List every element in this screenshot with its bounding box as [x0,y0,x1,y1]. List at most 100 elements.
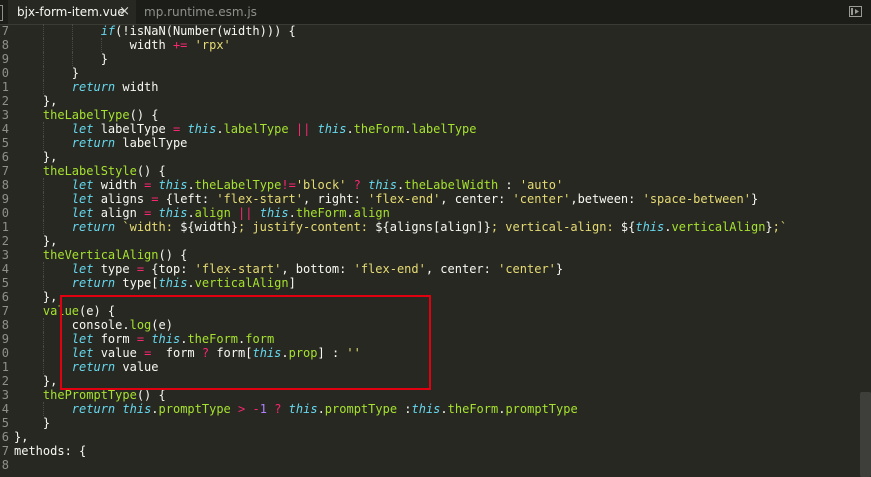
code-text: theLabelStyle() { [14,164,166,178]
code-line: 6}, [0,430,860,444]
code-token: let [71,262,94,276]
scroll-thumb[interactable] [860,392,871,477]
line-number: 7 [1,24,9,38]
code-text: } [14,416,50,430]
code-line: 5 return labelType [0,136,860,150]
code-token: aligns [93,192,152,206]
code-token: width [115,80,159,94]
tab-label: mp.runtime.esm.js [144,5,257,19]
code-line: 1 return `width: ${width}; justify-conte… [0,220,860,234]
line-number: 8 [1,318,9,332]
code-token: this [635,220,665,234]
code-token: () { [129,108,159,122]
code-text: }, [14,94,57,108]
code-token: return [71,402,116,416]
code-token: ; justify-content: [237,220,376,234]
code-token: ] [288,276,296,290]
line-number: 4 [1,262,9,276]
code-token: . [317,402,325,416]
code-token: let [71,346,94,360]
code-text: }, [14,374,57,388]
line-number: 9 [1,52,9,66]
code-token: labelType [93,122,173,136]
code-token: let [71,192,94,206]
code-token: theForm [353,122,405,136]
code-line: 8 [0,458,860,472]
vertical-scrollbar[interactable] [859,24,871,477]
code-line: 8 let width = this.theLabelType!='block'… [0,178,860,192]
code-token: this [151,332,181,346]
line-number: 7 [1,164,9,178]
code-token: ? [353,178,361,192]
code-token: value [93,346,145,360]
code-token: ${aligns[align]} [375,220,491,234]
code-token: type [93,262,137,276]
code-line: 0 } [0,66,860,80]
code-text: console.log(e) [14,318,173,332]
code-token: 'flex-end' [353,262,426,276]
line-number: 1 [1,360,9,374]
code-token: {left: [158,192,217,206]
line-number: 6 [1,290,9,304]
code-token: . [187,206,195,220]
tab-bjx-form-item[interactable]: bjx-form-item.vue × [8,0,136,24]
code-text: theVerticalAlign() { [14,248,188,262]
code-token: return [71,80,116,94]
code-token: this [187,122,217,136]
code-token: let [71,122,94,136]
code-line: 1 return width [0,80,860,94]
code-text: return labelType [14,136,188,150]
code-token: } [555,262,564,276]
code-line: 5 return type[this.verticalAlign] [0,276,860,290]
line-number: 9 [1,332,9,346]
code-token: 1 [259,402,267,416]
code-text: }, [14,150,57,164]
code-token: theLabelType [42,108,130,122]
code-token: ,between: [570,192,643,206]
code-line: 8 console.log(e) [0,318,860,332]
line-number: 0 [1,346,9,360]
code-text: let align = this.align || this.theForm.a… [14,206,390,220]
code-token: ${ [620,220,636,234]
code-token: labelType [115,136,188,150]
panel-toggle-icon[interactable] [849,6,862,17]
code-token: theVerticalAlign [42,248,159,262]
code-token: }, [14,290,58,304]
code-token: ; vertical-align: [490,220,621,234]
code-token: . [187,178,195,192]
code-token: this [158,206,188,220]
tab-overflow-edge[interactable] [0,5,3,21]
code-line: 4 let labelType = this.labelType || this… [0,122,860,136]
code-line: 2 }, [0,234,860,248]
code-token: ;` [772,220,788,234]
code-line: 3 theLabelType() { [0,108,860,122]
code-token: }, [14,374,58,388]
tab-mp-runtime[interactable]: mp.runtime.esm.js [136,0,257,24]
line-number: 3 [1,248,9,262]
line-number: 6 [1,430,9,444]
code-token: form [93,332,137,346]
code-line: 1 return value [0,360,860,374]
code-token: `width: [122,220,181,234]
code-token: 'space-between' [642,192,751,206]
code-token: let [71,178,94,192]
close-icon[interactable]: × [119,0,130,24]
code-editor[interactable]: 7 if(!isNaN(Number(width))) {8 width += … [0,24,871,472]
code-token: != [281,178,296,192]
